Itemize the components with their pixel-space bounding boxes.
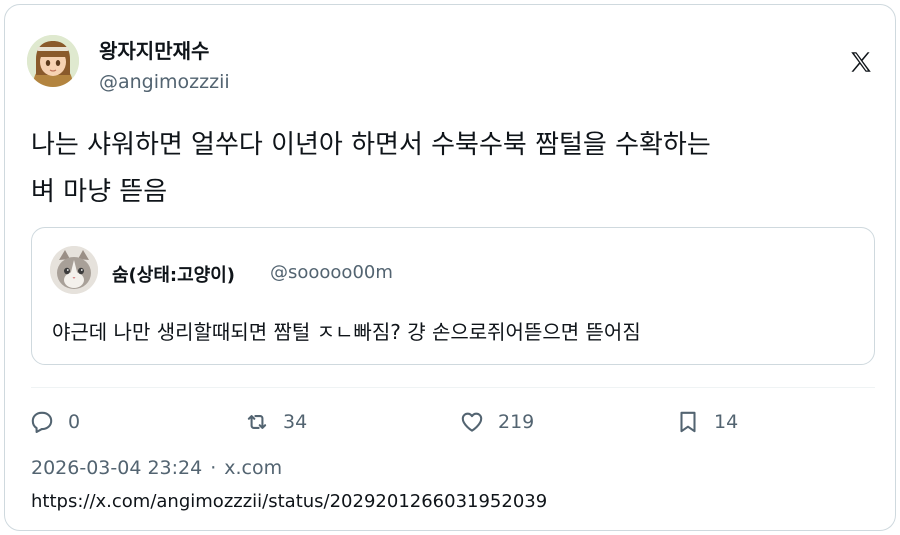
- bookmark-count: 14: [714, 411, 739, 433]
- author-name[interactable]: 왕자지만재수: [99, 35, 209, 64]
- like-button[interactable]: 219: [459, 405, 534, 439]
- quote-author-name[interactable]: 숨(상태:고양이): [112, 261, 235, 287]
- anime-character-avatar-icon: [27, 35, 79, 87]
- source-link[interactable]: x.com: [224, 457, 282, 479]
- tweet-text: 나는 샤워하면 얼쑤다 이년아 하면서 수북수북 짬털을 수확하는 벼 마냥 뜯…: [31, 122, 871, 216]
- reply-button[interactable]: 0: [29, 405, 80, 439]
- tweet-text-line: 벼 마냥 뜯음: [31, 177, 168, 207]
- tweet-meta: 2026-03-04 23:24 · x.com: [31, 457, 282, 479]
- bookmark-button[interactable]: 14: [675, 405, 738, 439]
- quoted-tweet[interactable]: 숨(상태:고양이) @sooooo00m 야근데 나만 생리할때되면 짬털 ㅈㄴ…: [31, 227, 875, 365]
- cat-avatar-icon: [50, 246, 98, 294]
- heart-icon: [461, 412, 483, 432]
- reply-icon: [31, 411, 53, 433]
- meta-separator: ·: [210, 457, 217, 479]
- quote-author-handle[interactable]: @sooooo00m: [270, 262, 393, 283]
- retweet-count: 34: [283, 411, 308, 433]
- retweet-button[interactable]: 34: [244, 405, 307, 439]
- tweet-card: 왕자지만재수 @angimozzzii 나는 샤워하면 얼쑤다 이년아 하면서 …: [4, 4, 896, 531]
- bookmark-icon: [680, 411, 696, 433]
- status-url[interactable]: https://x.com/angimozzzii/status/2029201…: [31, 491, 547, 512]
- divider: [31, 387, 875, 388]
- retweet-icon: [247, 415, 267, 429]
- reply-count: 0: [68, 411, 81, 433]
- quote-text: 야근데 나만 생리할때되면 짬털 ㅈㄴ빠짐? 걍 손으로쥐어뜯으면 뜯어짐: [52, 320, 641, 344]
- quote-avatar[interactable]: [50, 246, 98, 294]
- timestamp[interactable]: 2026-03-04 23:24: [31, 457, 202, 479]
- x-logo-icon[interactable]: [848, 49, 874, 75]
- tweet-text-line: 나는 샤워하면 얼쑤다 이년아 하면서 수북수북 짬털을 수확하는: [31, 130, 711, 160]
- author-handle[interactable]: @angimozzzii: [99, 71, 230, 93]
- author-avatar[interactable]: [27, 35, 79, 87]
- like-count: 219: [498, 411, 535, 433]
